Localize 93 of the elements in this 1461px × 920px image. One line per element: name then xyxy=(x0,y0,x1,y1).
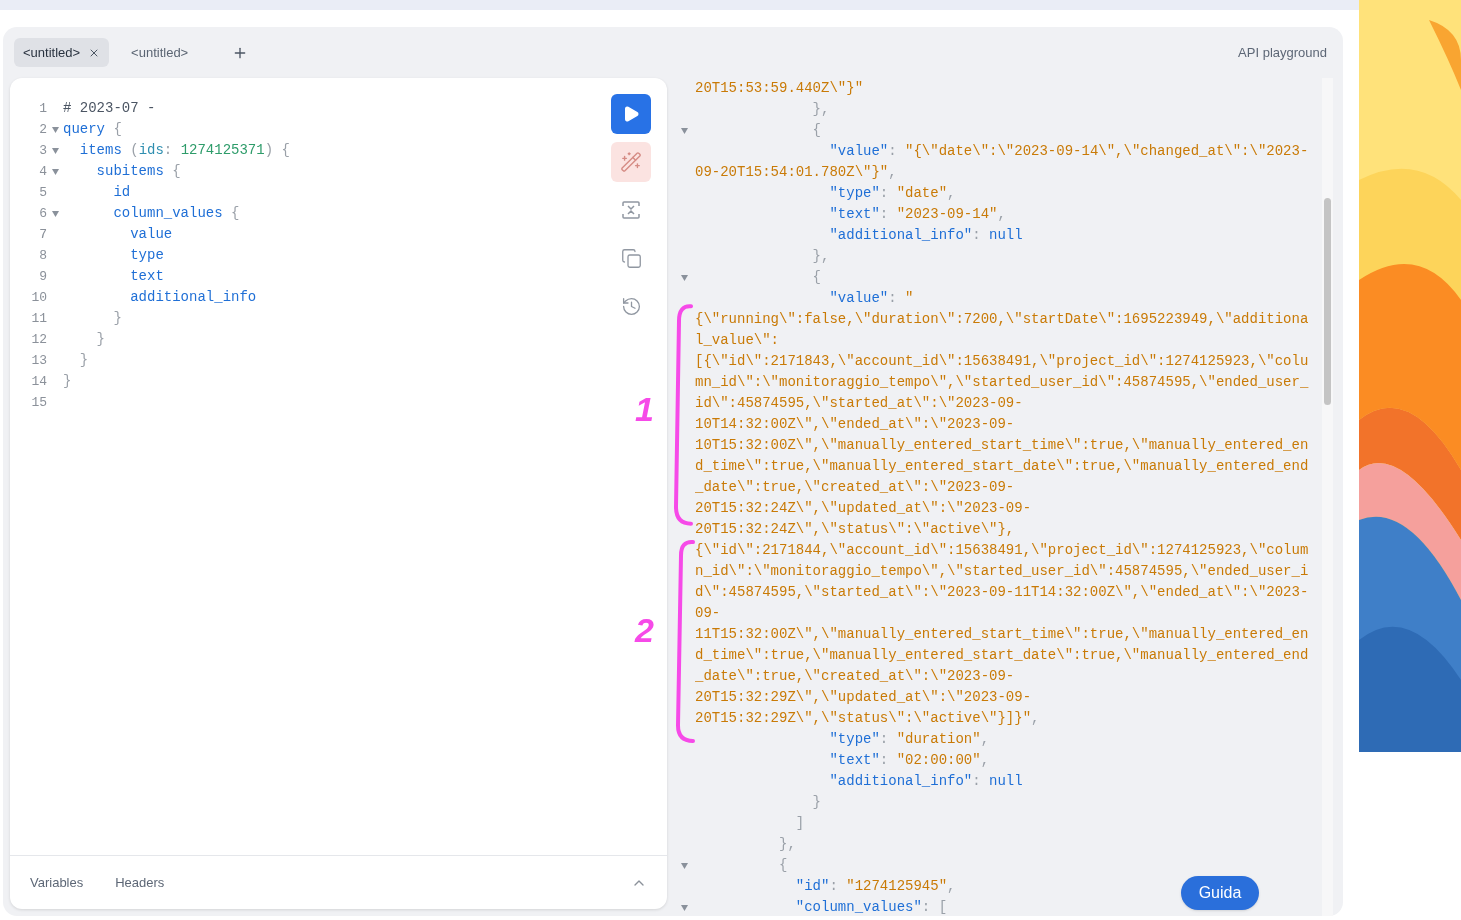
result-line: 11T15:32:00Z\",\"manually_entered_start_time\":true,\"manually_entered_en xyxy=(695,625,1309,644)
code-line: query { xyxy=(63,120,122,139)
line-number: 13 xyxy=(30,352,47,370)
code-line: type xyxy=(129,246,164,265)
playground-title: API playground xyxy=(1238,43,1327,62)
run-button[interactable] xyxy=(611,94,651,134)
line-number: 14 xyxy=(30,373,47,391)
fold-arrow-icon[interactable] xyxy=(681,127,688,134)
code-line: value xyxy=(129,225,173,244)
result-line: 10T15:32:00Z\",\"manually_entered_start_time\":true,\"manually_entered_en xyxy=(695,436,1309,455)
result-line: d_time\":true,\"manually_entered_start_date\":true,\"manually_entered_end xyxy=(695,457,1309,476)
compress-icon xyxy=(620,199,642,221)
result-line: id\":45874595,\"started_at\":\"2023-09- xyxy=(695,394,1023,413)
editor-tab[interactable]: <untitled> xyxy=(122,38,198,67)
code-line: } xyxy=(112,309,122,328)
guide-button[interactable]: Guida xyxy=(1181,876,1259,910)
fold-arrow-icon[interactable] xyxy=(51,210,59,217)
fold-arrow-icon[interactable] xyxy=(51,168,59,175)
result-line: "additional_info": null xyxy=(828,226,1023,245)
scrollbar-thumb[interactable] xyxy=(1324,198,1331,405)
result-line: } xyxy=(811,793,822,812)
history-icon xyxy=(620,295,642,317)
result-line: [{\"id\":2171843,\"account_id\":15638491,\"project_id\":1274125923,\"colu xyxy=(695,352,1309,371)
result-line: "column_values": [ xyxy=(794,898,948,916)
result-line: "type": "date", xyxy=(828,184,956,203)
bottom-tab[interactable]: Variables xyxy=(30,872,84,893)
line-number: 8 xyxy=(38,247,47,265)
editor-tab[interactable]: <untitled> xyxy=(14,38,110,67)
code-line: text xyxy=(129,267,164,286)
fold-arrow-icon[interactable] xyxy=(681,274,688,281)
result-line: d_time\":true,\"manually_entered_start_date\":true,\"manually_entered_end xyxy=(695,646,1309,665)
result-line: "value": " xyxy=(828,289,914,308)
result-line: d\":45874595,\"started_at\":\"2023-09-11T14:32:00Z\",\"ended_at\":\"2023- xyxy=(695,583,1309,602)
annotation-number: 2 xyxy=(635,610,654,650)
line-number: 2 xyxy=(38,121,47,139)
result-line: _date\":true,\"created_at\":\"2023-09- xyxy=(695,667,1015,686)
result-line: {\"running\":false,\"duration\":7200,\"startDate\":1695223949,\"additiona xyxy=(695,310,1309,329)
result-line: 10T14:32:00Z\",\"ended_at\":\"2023-09- xyxy=(695,415,1015,434)
annotation-number: 1 xyxy=(635,389,654,429)
result-line: "text": "2023-09-14", xyxy=(828,205,1006,224)
code-line: # 2023-07 - xyxy=(63,99,156,118)
fold-arrow-icon[interactable] xyxy=(681,904,688,911)
fold-arrow-icon[interactable] xyxy=(681,862,688,869)
result-line: "id": "1274125945", xyxy=(794,877,956,896)
result-line: 20T15:32:24Z\",\"updated_at\":\"2023-09- xyxy=(695,499,1032,518)
line-number: 10 xyxy=(30,289,47,307)
result-line: }, xyxy=(811,247,830,266)
result-line: { xyxy=(778,856,788,875)
code-line: column_values { xyxy=(112,204,240,223)
result-line: "value": "{\"date\":\"2023-09-14\",\"changed_at\":\"2023- xyxy=(828,142,1309,161)
line-number: 4 xyxy=(38,163,47,181)
result-line: 20T15:32:24Z\",\"status\":\"active\"}, xyxy=(695,520,1015,539)
result-line: }, xyxy=(811,100,830,119)
result-line: 09-20T15:54:01.780Z\"}", xyxy=(695,163,897,182)
line-number: 3 xyxy=(38,142,47,160)
play-icon xyxy=(622,105,640,123)
line-number: 12 xyxy=(30,331,47,349)
line-number: 1 xyxy=(38,100,47,118)
line-number: 7 xyxy=(38,226,47,244)
code-line: items (ids: 1274125371) { xyxy=(78,141,290,160)
line-number: 11 xyxy=(30,310,47,328)
line-number: 5 xyxy=(38,184,47,202)
line-number: 15 xyxy=(30,394,47,412)
result-line: 09- xyxy=(695,604,721,623)
result-line: "text": "02:00:00", xyxy=(828,751,990,770)
result-line: {\"id\":2171844,\"account_id\":15638491,\"project_id\":1274125923,\"colum xyxy=(695,541,1309,560)
code-line: subitems { xyxy=(95,162,181,181)
fold-arrow-icon[interactable] xyxy=(51,126,59,133)
fold-arrow-icon[interactable] xyxy=(51,147,59,154)
result-line: "additional_info": null xyxy=(828,772,1023,791)
line-number: 6 xyxy=(38,205,47,223)
result-line: _date\":true,\"created_at\":\"2023-09- xyxy=(695,478,1015,497)
code-line: additional_info xyxy=(129,288,257,307)
line-number: 9 xyxy=(38,268,47,286)
result-line: ] xyxy=(794,814,805,833)
result-line: 20T15:32:29Z\",\"updated_at\":\"2023-09- xyxy=(695,688,1032,707)
result-line: }, xyxy=(778,835,796,854)
result-line: "type": "duration", xyxy=(828,730,990,749)
result-line: 20T15:32:29Z\",\"status\":\"active\"}]}", xyxy=(695,709,1040,728)
result-line: n_id\":\"monitoraggio_tempo\",\"started_user_id\":45874595,\"ended_user_i xyxy=(695,562,1309,581)
code-line: id xyxy=(112,183,131,202)
bottom-tab[interactable]: Headers xyxy=(115,872,165,893)
code-line: } xyxy=(63,372,72,391)
result-line: { xyxy=(811,268,822,287)
result-line: 20T15:53:59.440Z\"}" xyxy=(695,79,864,98)
result-line: l_value\": xyxy=(695,331,779,350)
code-line: } xyxy=(78,351,89,370)
wand-icon xyxy=(620,151,642,173)
result-line: mn_id\":\"monitoraggio_tempo\",\"started_user_id\":45874595,\"ended_user_ xyxy=(695,373,1309,392)
result-line: { xyxy=(811,121,822,140)
prettify-button[interactable] xyxy=(611,142,651,182)
code-line: } xyxy=(95,330,105,349)
copy-icon xyxy=(620,247,642,269)
